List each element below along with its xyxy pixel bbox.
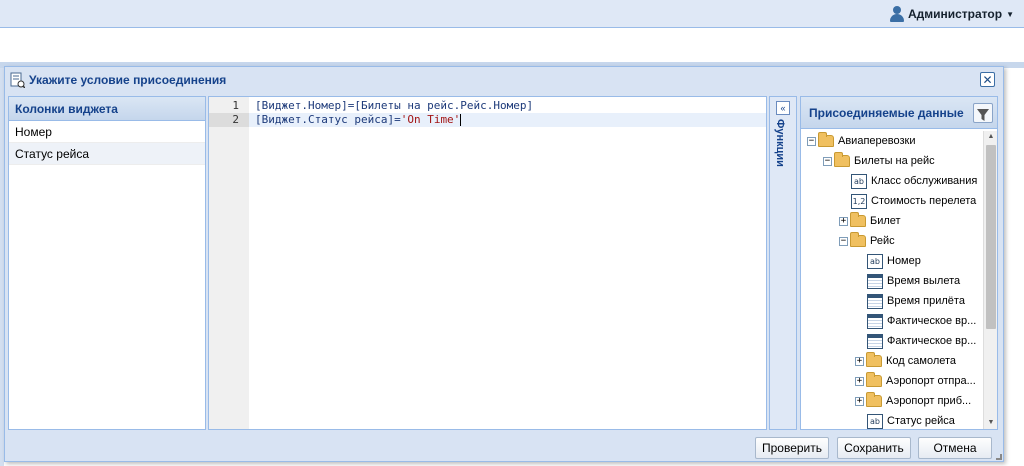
tree-node[interactable]: ab Класс обслуживания <box>851 171 977 191</box>
expand-functions-icon[interactable]: « <box>776 101 790 115</box>
functions-label: Функции <box>774 119 786 167</box>
tree-node-label: Класс обслуживания <box>871 175 978 187</box>
widget-columns-header: Колонки виджета <box>9 97 205 121</box>
tree-node[interactable]: Фактическое вр... <box>867 311 976 331</box>
tree-node[interactable]: + Аэропорт отпра... <box>855 371 976 391</box>
folder-icon <box>866 392 882 407</box>
folder-icon <box>866 352 882 367</box>
tree-node-label: Код самолета <box>886 355 957 367</box>
code-string: 'On Time' <box>400 113 461 126</box>
expand-icon[interactable]: + <box>839 216 848 226</box>
joined-data-panel: Присоединяемые данные − Авиаперевозки − Бил… <box>800 96 998 430</box>
tree-node-label: Номер <box>887 255 921 267</box>
column-item-number[interactable]: Номер <box>9 121 205 143</box>
text-field-icon: ab <box>867 253 883 269</box>
number-field-icon: 1,2 <box>851 193 867 209</box>
tree-node[interactable]: ab Номер <box>867 251 921 271</box>
tree-node[interactable]: − Рейс <box>839 231 895 251</box>
tree-node-label: Билет <box>870 215 901 227</box>
text-field-icon: ab <box>867 413 883 429</box>
filter-button[interactable] <box>973 103 993 123</box>
dialog-header[interactable]: Укажите условие присоединения ✕ <box>5 67 1003 93</box>
text-field-icon: ab <box>851 173 867 189</box>
folder-icon <box>834 152 850 167</box>
join-condition-icon <box>10 72 25 88</box>
tree-node-label: Фактическое вр... <box>887 315 977 327</box>
tree-node-label: Билеты на рейс <box>854 155 935 167</box>
widget-columns-panel: Колонки виджета Номер Статус рейса <box>8 96 206 430</box>
text-cursor <box>460 114 462 126</box>
tree-node-label: Фактическое вр... <box>887 335 977 347</box>
code-text: [Виджет.Номер]=[Билеты на рейс.Рейс.Номе… <box>255 99 534 112</box>
collapse-icon[interactable]: − <box>807 136 816 146</box>
tree-node[interactable]: + Код самолета <box>855 351 956 371</box>
user-icon <box>889 6 904 22</box>
line-number: 1 <box>232 99 239 112</box>
folder-icon <box>866 372 882 387</box>
scroll-up-icon[interactable]: ▲ <box>984 131 997 143</box>
folder-icon <box>818 132 834 147</box>
tree-scrollbar[interactable]: ▲ ▼ <box>983 131 997 429</box>
expand-icon[interactable]: + <box>855 376 864 386</box>
line-code: [Виджет.Статус рейса]='On Time' <box>255 113 462 127</box>
tree-node[interactable]: Фактическое вр... <box>867 331 976 351</box>
dialog-title: Укажите условие присоединения <box>29 73 227 87</box>
line-code: [Виджет.Номер]=[Билеты на рейс.Рейс.Номе… <box>255 99 533 113</box>
tree-node-label: Рейс <box>870 235 895 247</box>
collapse-icon[interactable]: − <box>839 236 848 246</box>
tree-node[interactable]: ab Статус рейса <box>867 411 955 429</box>
top-bar: Администратор ▼ <box>0 0 1024 28</box>
line-number: 2 <box>209 113 249 127</box>
tree-node-label: Время вылета <box>887 275 961 287</box>
expand-icon[interactable]: + <box>855 396 864 406</box>
tree-node[interactable]: − Авиаперевозки <box>807 131 915 151</box>
join-condition-dialog: Укажите условие присоединения ✕ Колонки … <box>4 66 1004 462</box>
expand-icon[interactable]: + <box>855 356 864 366</box>
date-field-icon <box>867 273 883 289</box>
folder-icon <box>850 232 866 247</box>
user-name: Администратор <box>907 7 1003 21</box>
scroll-thumb[interactable] <box>986 145 996 329</box>
check-button[interactable]: Проверить <box>755 437 829 459</box>
code-text: [Виджет.Статус рейса]= <box>255 113 401 126</box>
tree-node[interactable]: 1,2 Стоимость перелета <box>851 191 976 211</box>
code-line[interactable]: 1 [Виджет.Номер]=[Билеты на рейс.Рейс.Но… <box>209 99 766 113</box>
tree-node[interactable]: − Билеты на рейс <box>823 151 935 171</box>
filter-icon <box>977 109 989 121</box>
collapse-icon[interactable]: − <box>823 156 832 166</box>
tree-node-label: Время прилёта <box>887 295 965 307</box>
date-field-icon <box>867 333 883 349</box>
close-icon[interactable]: ✕ <box>980 72 995 87</box>
tree-node-label: Стоимость перелета <box>871 195 977 207</box>
line-gutter <box>209 97 249 429</box>
code-line-active[interactable]: 2 [Виджет.Статус рейса]='On Time' <box>209 113 766 127</box>
save-button[interactable]: Сохранить <box>837 437 911 459</box>
date-field-icon <box>867 313 883 329</box>
cancel-button[interactable]: Отмена <box>918 437 992 459</box>
date-field-icon <box>867 293 883 309</box>
column-item-flight-status[interactable]: Статус рейса <box>9 143 205 165</box>
scroll-down-icon[interactable]: ▼ <box>984 417 997 429</box>
joined-data-title: Присоединяемые данные <box>809 106 964 120</box>
tree-node[interactable]: + Аэропорт приб... <box>855 391 971 411</box>
tree-node-label: Аэропорт отпра... <box>886 375 976 387</box>
tree-node[interactable]: Время вылета <box>867 271 960 291</box>
tree-node-label: Авиаперевозки <box>838 135 916 147</box>
caret-down-icon: ▼ <box>1006 9 1014 19</box>
condition-editor[interactable]: 1 [Виджет.Номер]=[Билеты на рейс.Рейс.Но… <box>208 96 767 430</box>
joined-data-header: Присоединяемые данные <box>801 97 997 129</box>
user-menu[interactable]: Администратор ▼ <box>889 5 1014 23</box>
tree-node[interactable]: Время прилёта <box>867 291 965 311</box>
resize-handle[interactable] <box>996 454 1002 460</box>
tree-node[interactable]: + Билет <box>839 211 901 231</box>
functions-panel-collapsed[interactable]: « Функции <box>769 96 797 430</box>
tree-node-label: Аэропорт приб... <box>886 395 972 407</box>
folder-icon <box>850 212 866 227</box>
tree-node-label: Статус рейса <box>887 415 955 427</box>
